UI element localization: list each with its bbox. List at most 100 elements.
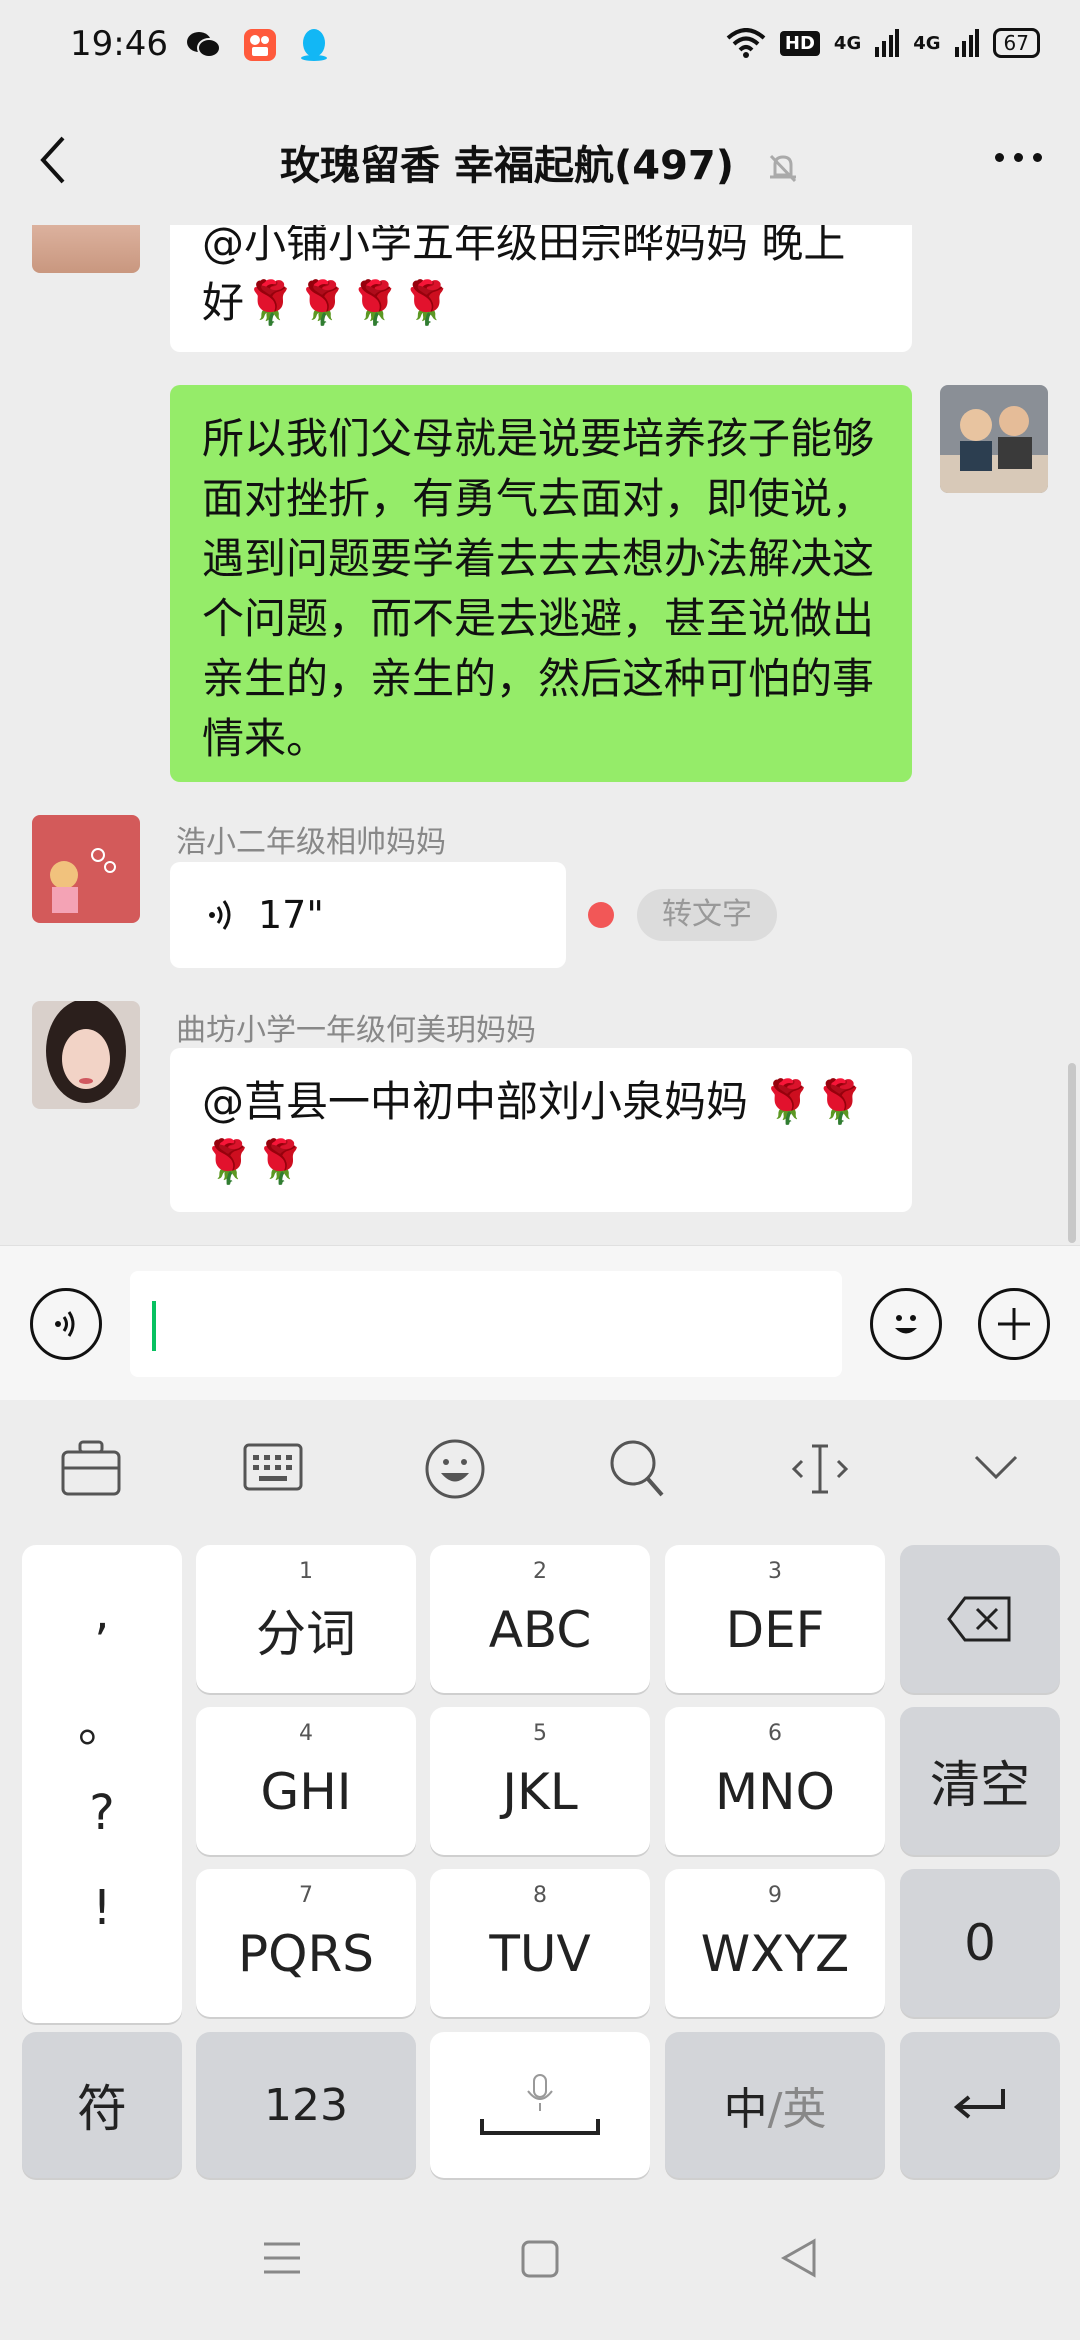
avatar[interactable] (32, 815, 140, 923)
mute-bell-icon (769, 154, 797, 183)
signal-icon (875, 29, 900, 57)
punct-key-exclamation[interactable]: ! (22, 1880, 182, 1936)
backspace-icon (947, 1596, 1011, 1642)
hd-badge: HD (779, 30, 820, 56)
lang-en-label: 英 (782, 2084, 827, 2135)
sender-name: 曲坊小学一年级何美玥妈妈 (176, 1013, 536, 1048)
space-bar-icon (480, 2119, 600, 2135)
more-dot-icon (1033, 153, 1042, 162)
message-bubble[interactable]: @莒县一中初中部刘小泉妈妈 🌹🌹🌹🌹 (170, 1048, 912, 1212)
wifi-icon (726, 28, 766, 58)
enter-key[interactable] (900, 2032, 1060, 2178)
chevron-down-icon[interactable] (972, 1452, 1020, 1482)
sender-name: 浩小二年级相帅妈妈 (176, 825, 446, 860)
avatar-self[interactable] (940, 385, 1048, 493)
chat-title: 玫瑰留香 幸福起航(497) (0, 133, 1080, 191)
backspace-key[interactable] (900, 1545, 1060, 1693)
key-label: WXYZ (700, 1925, 850, 1983)
key-7[interactable]: 7 PQRS (196, 1869, 416, 2017)
kuaishou-icon (244, 29, 276, 61)
search-icon[interactable] (608, 1438, 666, 1500)
battery-icon: 67 (992, 28, 1040, 58)
key-number: 6 (768, 1721, 782, 1746)
punctuation-column[interactable]: , 。 ? ! (22, 1545, 182, 2023)
key-label: JKL (502, 1763, 578, 1821)
language-switch-key[interactable]: 中/英 (665, 2032, 885, 2178)
status-bar: 19:46 HD 4G 4G 67 (0, 0, 1080, 95)
more-dot-icon (1014, 153, 1023, 162)
message-input-bar (0, 1245, 1080, 1401)
toolbox-icon[interactable] (60, 1438, 122, 1498)
punct-key-period[interactable]: 。 (22, 1685, 182, 1755)
chat-header: 玫瑰留香 幸福起航(497) (0, 95, 1080, 225)
key-label: 分词 (256, 1605, 356, 1663)
notification-icons (185, 28, 329, 62)
keyboard-toolbar (0, 1400, 1080, 1535)
key-6[interactable]: 6 MNO (665, 1707, 885, 1855)
chat-message-list[interactable]: @小铺小学五年级田宗晔妈妈 晚上好🌹🌹🌹🌹 所以我们父母就是说要培养孩子能够面对… (0, 225, 1080, 1245)
key-label: PQRS (238, 1925, 374, 1983)
key-number: 1 (299, 1559, 313, 1584)
menu-icon[interactable] (262, 2240, 302, 2276)
key-number: 4 (299, 1721, 313, 1746)
key-8[interactable]: 8 TUV (430, 1869, 650, 2017)
system-navigation-bar (0, 2185, 1080, 2340)
text-cursor (152, 1301, 156, 1351)
space-key[interactable] (430, 2032, 650, 2178)
key-1[interactable]: 1 分词 (196, 1545, 416, 1693)
cursor-move-icon[interactable] (788, 1440, 852, 1498)
zero-key[interactable]: 0 (900, 1869, 1060, 2017)
key-3[interactable]: 3 DEF (665, 1545, 885, 1693)
keyboard-icon[interactable] (242, 1442, 304, 1492)
voice-message-bubble[interactable]: 17" (170, 862, 566, 968)
avatar-photo (32, 1001, 140, 1109)
status-right: HD 4G 4G 67 (726, 28, 1040, 58)
key-number: 5 (533, 1721, 547, 1746)
signal-label-1: 4G (833, 32, 862, 54)
clear-key[interactable]: 清空 (900, 1707, 1060, 1855)
key-label: MNO (715, 1763, 835, 1821)
message-text: 所以我们父母就是说要培养孩子能够面对挫折，有勇气去面对，即使说，遇到问题要学着去… (202, 414, 875, 763)
key-5[interactable]: 5 JKL (430, 1707, 650, 1855)
key-number: 2 (533, 1559, 547, 1584)
key-9[interactable]: 9 WXYZ (665, 1869, 885, 2017)
more-functions-button[interactable] (978, 1288, 1050, 1360)
lang-zh-label: 中 (723, 2084, 768, 2135)
key-label: TUV (489, 1925, 591, 1983)
qq-icon (301, 29, 327, 61)
clear-label: 清空 (930, 1756, 1030, 1814)
zero-label: 0 (964, 1914, 996, 1972)
voice-duration: 17" (258, 893, 324, 937)
wechat-icon (187, 32, 221, 58)
emoji-keyboard-icon[interactable] (424, 1438, 486, 1500)
voice-icon (55, 1311, 75, 1337)
message-input[interactable] (130, 1271, 842, 1377)
more-options-button[interactable] (995, 153, 1042, 162)
message-bubble[interactable]: @小铺小学五年级田宗晔妈妈 晚上好🌹🌹🌹🌹 (170, 225, 912, 352)
back-nav-icon[interactable] (780, 2237, 818, 2279)
key-number: 8 (533, 1883, 547, 1908)
emoji-button[interactable] (870, 1288, 942, 1360)
home-icon[interactable] (520, 2239, 560, 2279)
key-number: 7 (299, 1883, 313, 1908)
signal-icon-2 (954, 29, 979, 57)
avatar[interactable] (32, 225, 140, 273)
voice-input-button[interactable] (30, 1288, 102, 1360)
message-bubble-self[interactable]: 所以我们父母就是说要培养孩子能够面对挫折，有勇气去面对，即使说，遇到问题要学着去… (170, 385, 912, 782)
avatar-photo (32, 815, 140, 923)
battery-level: 67 (1003, 31, 1029, 55)
convert-to-text-button[interactable]: 转文字 (637, 889, 777, 941)
key-2[interactable]: 2 ABC (430, 1545, 650, 1693)
voice-wave-icon (209, 900, 231, 930)
convert-to-text-label: 转文字 (662, 897, 752, 932)
punct-key-comma[interactable]: , (22, 1585, 182, 1641)
punct-key-question[interactable]: ? (22, 1785, 182, 1841)
symbol-key[interactable]: 符 (22, 2032, 182, 2178)
number-mode-key[interactable]: 123 (196, 2032, 416, 2178)
avatar[interactable] (32, 1001, 140, 1109)
message-text: @莒县一中初中部刘小泉妈妈 🌹🌹🌹🌹 (202, 1077, 866, 1186)
signal-label-2: 4G (913, 32, 941, 54)
chat-scrollbar[interactable] (1068, 1063, 1076, 1243)
microphone-icon (527, 2074, 553, 2111)
key-4[interactable]: 4 GHI (196, 1707, 416, 1855)
